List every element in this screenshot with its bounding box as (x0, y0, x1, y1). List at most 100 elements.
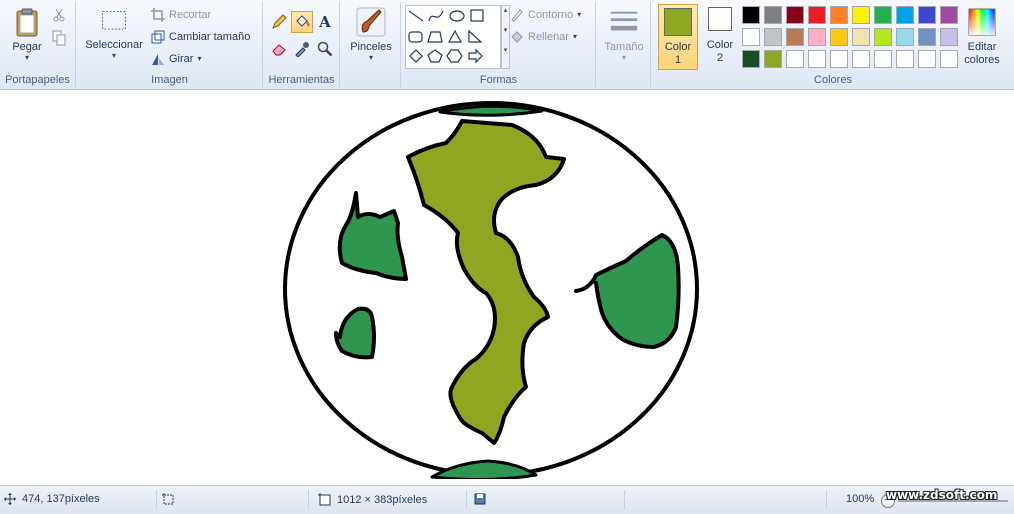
paste-button[interactable]: Pegar ▾ (6, 6, 48, 62)
color-picker-tool[interactable] (291, 38, 313, 60)
palette-swatch[interactable] (786, 28, 804, 46)
palette-swatch[interactable] (830, 6, 848, 24)
rotate-dropdown-icon[interactable]: ▾ (197, 55, 201, 63)
palette-swatch[interactable] (940, 28, 958, 46)
palette-swatch[interactable] (874, 28, 892, 46)
image-size-text: 1012 × 383píxeles (337, 493, 428, 506)
palette-swatch[interactable] (808, 50, 826, 68)
group-portapapeles: Pegar ▾ Portapapeles (0, 2, 76, 88)
palette-swatch[interactable] (896, 6, 914, 24)
palette-swatch[interactable] (764, 28, 782, 46)
palette-swatch[interactable] (742, 28, 760, 46)
polygon-shape-icon (427, 31, 443, 43)
pencil-tool[interactable] (268, 11, 290, 33)
palette-swatch[interactable] (808, 28, 826, 46)
globe-drawing[interactable] (6, 97, 1014, 482)
zoom-level-text: 100% (846, 493, 875, 505)
resize-icon (151, 30, 165, 44)
size-button[interactable]: Tamaño ▾ (601, 8, 647, 62)
image-size-icon (318, 493, 331, 506)
outline-icon (511, 9, 523, 22)
colores-group-label: Colores (814, 74, 852, 86)
palette-swatch[interactable] (764, 50, 782, 68)
color1-button[interactable]: Color 1 (658, 4, 698, 70)
palette-swatch[interactable] (874, 50, 892, 68)
edit-colors-button[interactable]: Editar colores (962, 6, 1002, 67)
text-tool[interactable]: A (314, 11, 336, 33)
palette-swatch[interactable] (896, 28, 914, 46)
status-divider (826, 490, 827, 510)
eraser-icon (272, 44, 286, 56)
palette-swatch[interactable] (764, 6, 782, 24)
shapes-icons[interactable] (406, 6, 498, 68)
palette-swatch[interactable] (918, 6, 936, 24)
fill-dropdown-icon[interactable]: ▾ (573, 33, 577, 41)
cut-icon[interactable] (52, 8, 66, 22)
selection-size-icon (162, 493, 174, 505)
crop-button[interactable]: Recortar (151, 8, 211, 22)
palette-swatch[interactable] (874, 6, 892, 24)
size-dropdown-icon[interactable]: ▾ (622, 54, 626, 62)
crop-label: Recortar (169, 9, 212, 21)
magnifier-icon (317, 41, 333, 57)
text-a-icon: A (319, 13, 331, 31)
curve-shape-icon (428, 10, 444, 22)
color1-swatch (664, 8, 692, 36)
group-pinceles: Pinceles ▾ (341, 2, 401, 88)
palette-swatch[interactable] (830, 50, 848, 68)
line-shape-icon (408, 10, 424, 22)
drawing-canvas[interactable] (6, 97, 1014, 482)
diamond-shape-icon (409, 49, 423, 63)
rotate-label: Girar (169, 53, 194, 65)
copy-icon[interactable] (52, 30, 66, 46)
status-divider (308, 490, 309, 510)
brushes-dropdown-icon[interactable]: ▾ (369, 54, 373, 62)
status-divider (466, 490, 467, 510)
palette-swatch[interactable] (830, 28, 848, 46)
image-size: 1012 × 383píxeles (318, 493, 427, 506)
palette-swatch[interactable] (852, 6, 870, 24)
magnifier-tool[interactable] (314, 38, 336, 60)
palette-swatch[interactable] (808, 6, 826, 24)
arrow-shape-icon (468, 48, 483, 64)
palette-swatch[interactable] (742, 6, 760, 24)
group-formas: ▴ ▾ ▾ Contorno ▾ Rellenar ▾ Formas (402, 2, 596, 88)
brushes-button[interactable]: Pinceles ▾ (347, 6, 395, 62)
palette-swatch[interactable] (786, 6, 804, 24)
palette-swatch[interactable] (786, 50, 804, 68)
brush-icon (356, 7, 386, 37)
paste-dropdown-icon[interactable]: ▾ (25, 54, 29, 62)
portapapeles-group-label: Portapapeles (5, 74, 70, 86)
group-imagen: Seleccionar ▾ Recortar Cambiar tamaño Gi… (77, 2, 263, 88)
palette-swatch[interactable] (918, 50, 936, 68)
palette-swatch[interactable] (852, 50, 870, 68)
save-disk-icon (474, 493, 486, 505)
palette-swatch[interactable] (940, 6, 958, 24)
rotate-button[interactable]: Girar ▾ (151, 52, 201, 66)
palette-swatch[interactable] (896, 50, 914, 68)
select-button[interactable]: Seleccionar ▾ (83, 8, 145, 60)
color2-button[interactable]: Color 2 (702, 7, 738, 65)
palette-swatch[interactable] (852, 28, 870, 46)
palette-swatch[interactable] (940, 50, 958, 68)
shapes-scrollbar[interactable]: ▴ ▾ ▾ (501, 5, 510, 69)
select-dropdown-icon[interactable]: ▾ (112, 52, 116, 60)
resize-button[interactable]: Cambiar tamaño (151, 30, 250, 44)
file-size (474, 493, 486, 505)
pencil-icon (272, 14, 287, 29)
fill-button[interactable]: Rellenar ▾ (510, 30, 577, 44)
outline-dropdown-icon[interactable]: ▾ (577, 11, 581, 19)
rotate-icon (152, 54, 164, 65)
palette-swatch[interactable] (918, 28, 936, 46)
palette-swatch[interactable] (742, 50, 760, 68)
canvas-workarea[interactable] (0, 91, 1014, 484)
crop-icon (151, 8, 165, 22)
color-palette (742, 4, 962, 70)
outline-button[interactable]: Contorno ▾ (510, 8, 581, 22)
outline-label: Contorno (528, 9, 574, 21)
watermark: www.zdsoft.com (886, 488, 998, 502)
fill-tool[interactable] (291, 11, 313, 33)
color1-label-line1: Color (664, 41, 692, 53)
triangle-shape-icon (447, 29, 463, 43)
eraser-tool[interactable] (268, 38, 290, 60)
